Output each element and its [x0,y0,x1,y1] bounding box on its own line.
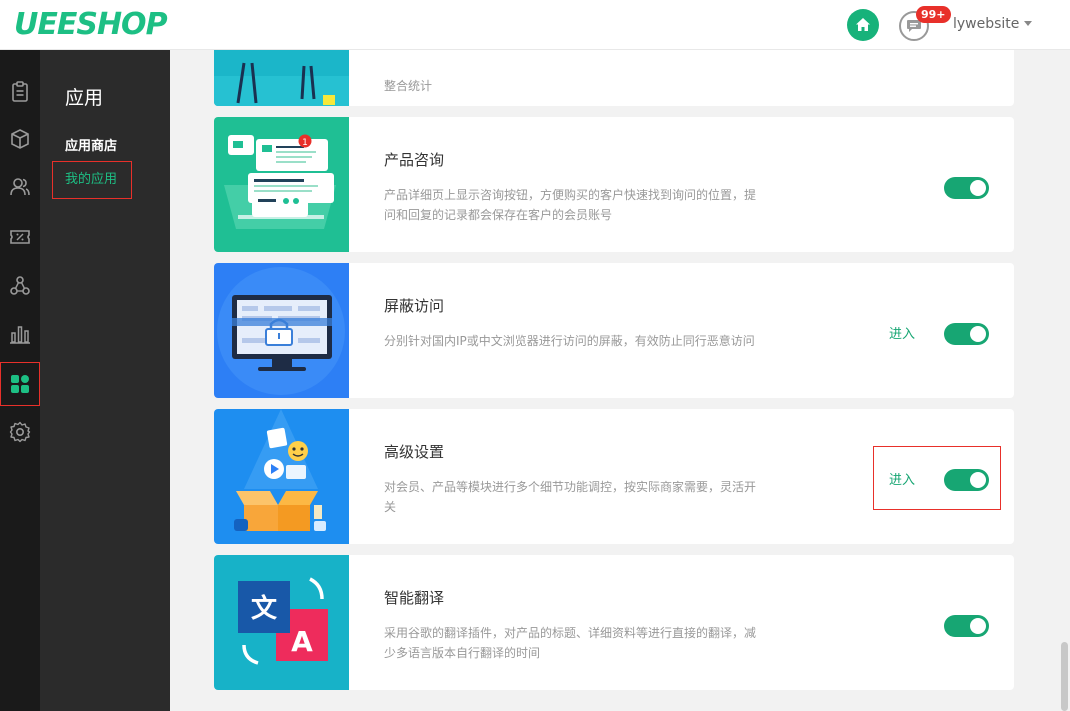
app-thumbnail-statistics [214,50,349,106]
caret-down-icon[interactable] [1024,21,1032,26]
app-card-statistics: 整合统计 [214,50,1014,106]
box-icon [11,129,29,149]
app-card-advanced-settings: 高级设置 对会员、产品等模块进行多个细节功能调控，按实际商家需要，灵活开关 进入 [214,409,1014,544]
letter-a: A [291,625,313,658]
app-desc: 整合统计 [384,79,433,93]
app-title: 高级设置 [384,443,445,461]
rail-settings[interactable] [0,410,40,454]
enter-link[interactable]: 进入 [889,323,915,342]
rail-orders[interactable] [0,70,40,114]
notification-badge: 1 [302,138,308,148]
enter-link[interactable]: 进入 [889,469,915,488]
app-thumbnail-translate: 文 A [214,555,349,690]
app-title: 产品咨询 [384,151,445,169]
scrollbar-thumb[interactable] [1061,642,1068,711]
scrollbar-track[interactable] [1060,50,1070,711]
enable-toggle[interactable] [944,469,989,491]
message-count-badge: 99+ [916,6,951,23]
sub-navigation: 应用 应用商店 我的应用 [40,50,170,711]
app-desc: 对会员、产品等模块进行多个细节功能调控，按实际商家需要，灵活开关 [384,480,757,514]
rail-apps[interactable] [0,362,40,406]
rail-products[interactable] [0,117,40,161]
enable-toggle[interactable] [944,177,989,199]
app-card-product-consult: 1 产品咨询 产品详细页上显示咨询按钮，方便购买的客户快速找到询问的位置，提问和… [214,117,1014,252]
logo[interactable]: UEESHOP [14,7,168,42]
app-desc: 产品详细页上显示咨询按钮，方便购买的客户快速找到询问的位置，提问和回复的记录都会… [384,188,757,222]
subnav-item-app-store[interactable]: 应用商店 [65,135,117,154]
enable-toggle[interactable] [944,615,989,637]
subnav-item-my-apps[interactable]: 我的应用 [52,161,132,199]
rail-distribution[interactable] [0,264,40,308]
home-icon [856,18,870,31]
users-icon [10,178,30,196]
app-thumbnail-block [214,263,349,398]
apps-icon [11,375,29,393]
clipboard-icon [12,81,28,102]
rail-marketing[interactable] [0,215,40,259]
bar-chart-icon [10,326,30,344]
app-title: 屏蔽访问 [384,297,445,315]
app-desc: 采用谷歌的翻译插件，对产品的标题、详细资料等进行直接的翻译，减少多语言版本自行翻… [384,626,757,660]
chinese-char: 文 [251,593,278,624]
rail-customers[interactable] [0,165,40,209]
app-thumbnail-advanced [214,409,349,544]
app-thumbnail-consult: 1 [214,117,349,252]
enable-toggle[interactable] [944,323,989,345]
app-title: 智能翻译 [384,589,445,607]
app-list: 整合统计 1 产品咨询 产品详细页上显示咨询按钮，方便购买的客户快速找到询问的位… [170,50,1060,711]
icon-rail [0,50,40,711]
rail-statistics[interactable] [0,312,40,356]
network-icon [10,276,30,295]
home-button[interactable] [847,9,879,41]
top-bar: UEESHOP 99+ lywebsite [0,0,1070,50]
app-card-smart-translate: 文 A 智能翻译 采用谷歌的翻译插件，对产品的标题、详细资料等进行直接的翻译，减… [214,555,1014,690]
app-card-block-access: 屏蔽访问 分别针对国内IP或中文浏览器进行访问的屏蔽，有效防止同行恶意访问 进入 [214,263,1014,398]
user-menu[interactable]: lywebsite [953,16,1019,32]
section-title: 应用 [65,87,104,109]
app-desc: 分别针对国内IP或中文浏览器进行访问的屏蔽，有效防止同行恶意访问 [384,334,755,348]
gear-icon [9,421,31,443]
discount-icon [10,230,30,244]
